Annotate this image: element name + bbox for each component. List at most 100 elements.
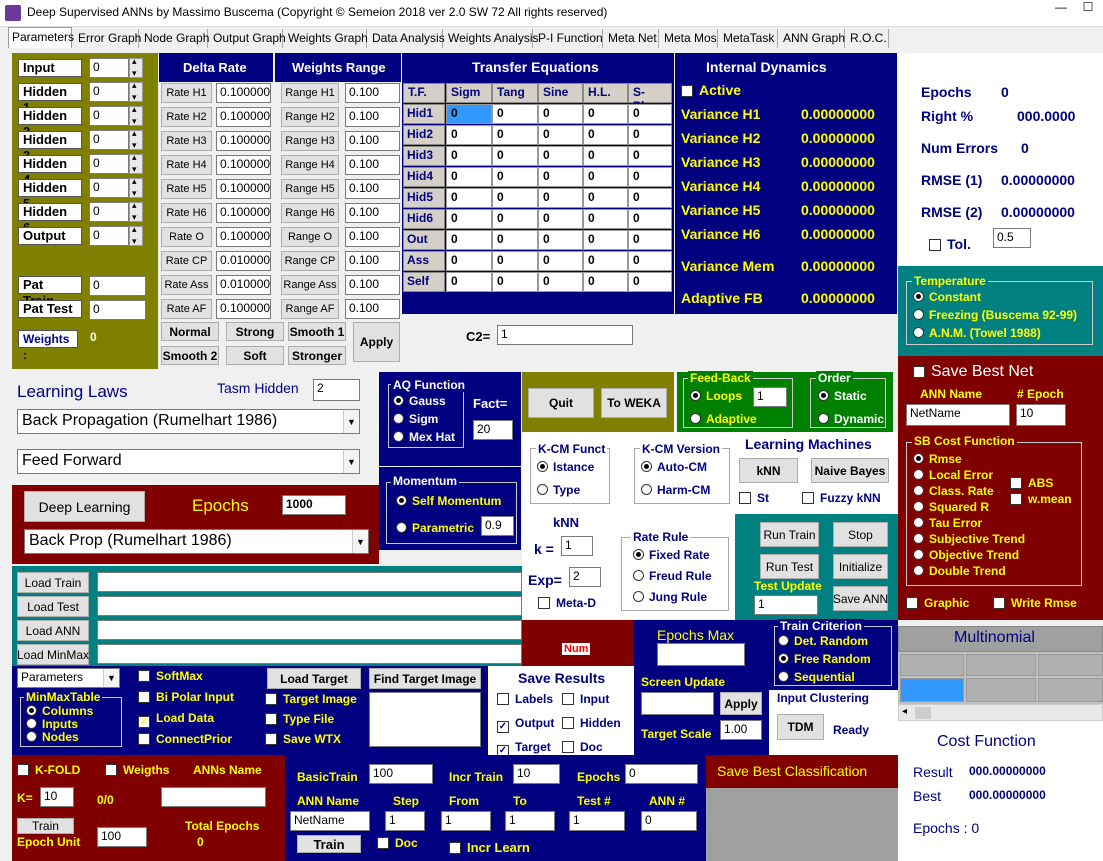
range-field[interactable]: 0.100: [345, 83, 400, 103]
radio-option[interactable]: A.N.M. (Towel 1988): [913, 326, 1041, 340]
layer-field[interactable]: 0: [89, 58, 129, 78]
maximize-button[interactable]: ☐: [1075, 0, 1101, 18]
kcm-radio[interactable]: Harm-CM: [641, 483, 710, 497]
transfer-cell[interactable]: 0: [538, 188, 583, 208]
range-button[interactable]: Range H3: [281, 131, 339, 151]
tab-7[interactable]: P-I Function: [535, 29, 603, 48]
epochs-max-field[interactable]: [657, 643, 745, 666]
initialize-button[interactable]: Initialize: [833, 554, 888, 579]
multinomial-scrollbar[interactable]: ◂: [898, 704, 1103, 721]
tasm-hidden-field[interactable]: 2: [313, 379, 360, 401]
tab-0[interactable]: Parameters: [8, 27, 74, 48]
option-checkbox[interactable]: ConnectPrior: [138, 732, 232, 746]
radio-option[interactable]: Class. Rate: [913, 484, 994, 498]
multinomial-cell[interactable]: [1038, 654, 1103, 676]
apply-button[interactable]: Apply: [720, 692, 762, 715]
scroll-left-icon[interactable]: ◂: [902, 706, 907, 717]
radio-option[interactable]: Columns: [26, 704, 93, 718]
tol-checkbox[interactable]: Tol.: [929, 236, 971, 252]
rate-field[interactable]: 0.100000: [216, 155, 271, 175]
basic-col-field[interactable]: 1: [441, 811, 491, 831]
load-path-field[interactable]: [97, 596, 522, 616]
spinner[interactable]: [129, 224, 143, 247]
st-checkbox[interactable]: St: [739, 491, 769, 505]
rate-field[interactable]: 0.100000: [216, 203, 271, 223]
layer-field[interactable]: 0: [89, 226, 129, 246]
rate-button[interactable]: Rate H2: [161, 107, 212, 127]
layer-field[interactable]: 0: [89, 154, 129, 174]
transfer-cell[interactable]: 0: [628, 251, 672, 271]
self-momentum-radio[interactable]: Self Momentum: [396, 494, 501, 508]
rate-button[interactable]: Rate AF: [161, 299, 212, 319]
transfer-cell[interactable]: 0: [628, 209, 672, 229]
basic-train-field[interactable]: 100: [369, 764, 433, 784]
radio-option[interactable]: Local Error: [913, 468, 993, 482]
transfer-cell[interactable]: 0: [492, 188, 538, 208]
transfer-cell[interactable]: 0: [538, 104, 583, 124]
radio-option[interactable]: Mex Hat: [393, 430, 455, 444]
option-checkbox[interactable]: Target Image: [265, 692, 357, 706]
transfer-cell[interactable]: 0: [583, 209, 628, 229]
basic-train-button[interactable]: Train: [297, 835, 361, 853]
radio-option[interactable]: Sigm: [393, 412, 438, 426]
transfer-cell[interactable]: 0: [492, 251, 538, 271]
wmean-checkbox[interactable]: w.mean: [1010, 492, 1072, 506]
smooth-button[interactable]: Normal: [161, 322, 219, 341]
load-path-field[interactable]: [97, 644, 522, 664]
to-weka-button[interactable]: To WEKA: [601, 388, 667, 418]
rate-field[interactable]: 0.100000: [216, 227, 271, 247]
transfer-cell[interactable]: 0: [492, 125, 538, 145]
tab-11[interactable]: ANN Graph: [780, 29, 845, 48]
load-path-field[interactable]: [97, 572, 522, 592]
exp-field[interactable]: 2: [569, 567, 601, 587]
transfer-cell[interactable]: 0: [583, 188, 628, 208]
rate-button[interactable]: Rate CP: [161, 251, 212, 271]
rate-button[interactable]: Rate H3: [161, 131, 212, 151]
transfer-cell[interactable]: 0: [628, 272, 672, 292]
smooth-button[interactable]: Stronger: [288, 346, 346, 365]
radio-option[interactable]: Objective Trend: [913, 548, 1019, 562]
layer-field[interactable]: 0: [89, 178, 129, 198]
transfer-cell[interactable]: 0: [538, 230, 583, 250]
transfer-cell[interactable]: 0: [628, 230, 672, 250]
transfer-cell[interactable]: 0: [492, 146, 538, 166]
tab-10[interactable]: MetaTask: [720, 29, 778, 48]
save-result-checkbox[interactable]: Input: [562, 692, 609, 706]
tab-12[interactable]: R.O.C.: [847, 29, 889, 48]
tdm-button[interactable]: TDM: [777, 714, 824, 740]
rate-button[interactable]: Rate O: [161, 227, 212, 247]
parametric-radio[interactable]: Parametric: [396, 521, 474, 535]
kcm-radio[interactable]: Type: [537, 483, 580, 497]
transfer-cell[interactable]: 0: [492, 167, 538, 187]
k-field[interactable]: 1: [561, 536, 593, 556]
transfer-cell[interactable]: 0: [538, 272, 583, 292]
smooth-button[interactable]: Smooth 2: [161, 346, 219, 365]
kcm-radio[interactable]: Istance: [537, 460, 594, 474]
rate-button[interactable]: Rate Ass: [161, 275, 212, 295]
basic-epochs-field[interactable]: 0: [625, 764, 698, 784]
save-result-checkbox[interactable]: Labels: [497, 692, 553, 706]
rate-field[interactable]: 0.100000: [216, 299, 271, 319]
rate-field[interactable]: 0.100000: [216, 179, 271, 199]
layer-field[interactable]: 0: [89, 106, 129, 126]
radio-option[interactable]: Static: [818, 389, 867, 403]
tab-6[interactable]: Weights Analysis: [445, 29, 539, 48]
transfer-cell[interactable]: 0: [628, 125, 672, 145]
option-checkbox[interactable]: ✓ Load Data: [138, 711, 214, 728]
transfer-cell[interactable]: 0: [492, 230, 538, 250]
option-checkbox[interactable]: Bi Polar Input: [138, 690, 234, 704]
transfer-cell[interactable]: 0: [583, 230, 628, 250]
spinner[interactable]: [129, 128, 143, 151]
kfold-k-field[interactable]: 10: [40, 787, 74, 807]
radio-option[interactable]: Subjective Trend: [913, 532, 1025, 546]
save-best-net-checkbox[interactable]: Save Best Net: [913, 363, 1033, 381]
rate-field[interactable]: 0.100000: [216, 131, 271, 151]
radio-option[interactable]: Double Trend: [913, 564, 1006, 578]
range-field[interactable]: 0.100: [345, 251, 400, 271]
basic-col-field[interactable]: 0: [641, 811, 697, 831]
rate-field[interactable]: 0.010000: [216, 275, 271, 295]
screen-update-field[interactable]: [641, 692, 714, 715]
range-button[interactable]: Range H4: [281, 155, 339, 175]
save-result-checkbox[interactable]: ✓ Output: [497, 716, 554, 733]
transfer-cell[interactable]: 0: [583, 251, 628, 271]
